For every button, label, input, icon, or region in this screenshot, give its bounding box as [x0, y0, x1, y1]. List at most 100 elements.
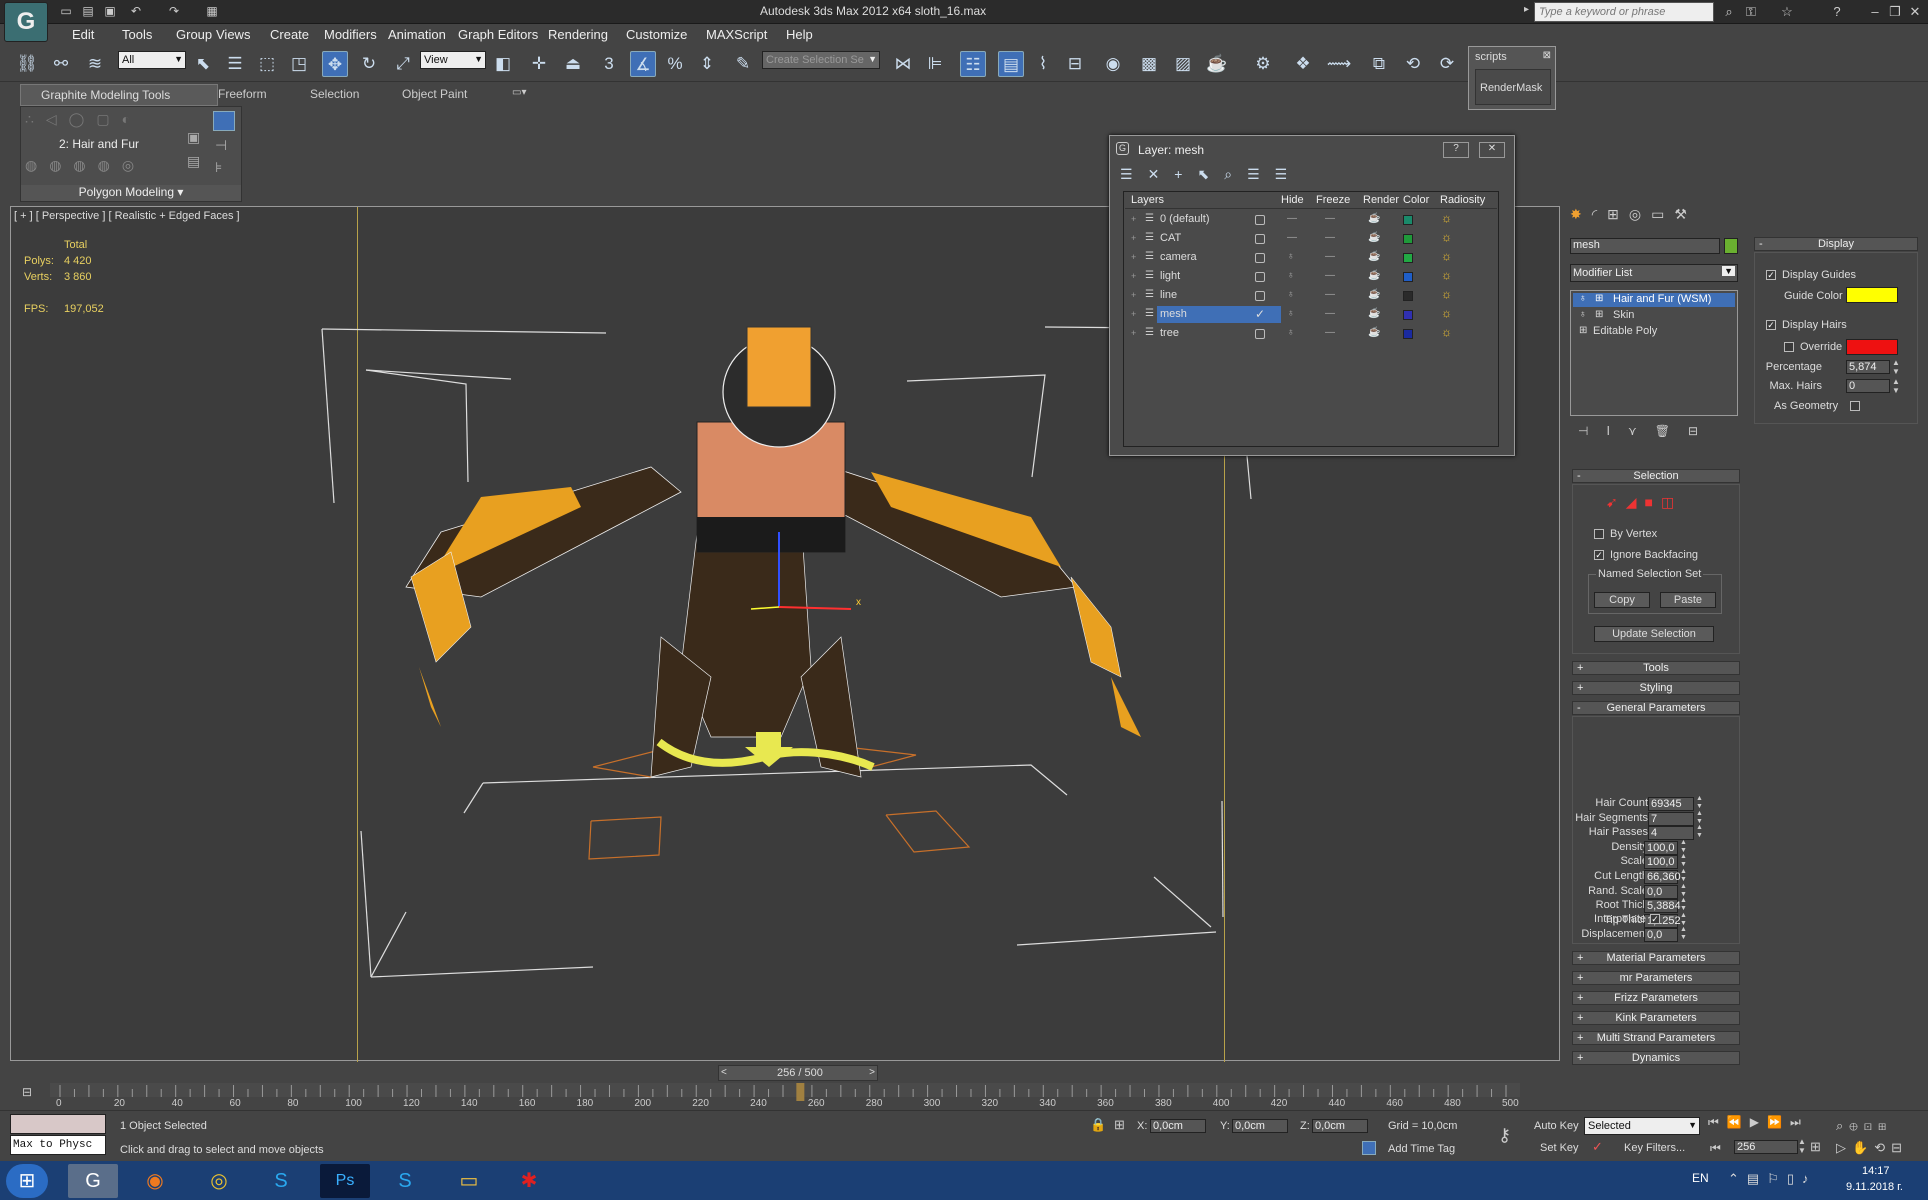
- tool-c-icon[interactable]: ⟿: [1326, 51, 1352, 77]
- layer-color-swatch[interactable]: [1403, 253, 1413, 263]
- spinner-icon[interactable]: ▲ ▼: [1696, 824, 1703, 840]
- col-hide[interactable]: Hide: [1281, 194, 1304, 206]
- lightbulb-icon[interactable]: ♁: [1579, 309, 1587, 320]
- param-input[interactable]: 100,0: [1644, 855, 1678, 870]
- teapot-icon[interactable]: ☕: [1368, 327, 1380, 338]
- spinner-icon[interactable]: ▲ ▼: [1680, 853, 1687, 869]
- subobject-level-icons[interactable]: ∴◁◯▢◐: [25, 111, 175, 131]
- radiosity-icon[interactable]: ☼: [1441, 268, 1452, 282]
- freeze-toggle-icon[interactable]: —: [1325, 270, 1335, 281]
- copy-button[interactable]: Copy: [1594, 592, 1650, 608]
- key-mode-dropdown[interactable]: Selected ▼: [1584, 1117, 1700, 1135]
- mirror-icon[interactable]: ⋈: [890, 51, 916, 77]
- chrome-task-icon[interactable]: ◎: [194, 1164, 244, 1198]
- teapot-icon[interactable]: ☕: [1368, 251, 1380, 262]
- reference-coordinate-dropdown[interactable]: View ▼: [420, 51, 486, 69]
- selection-mode-icons[interactable]: ➹◢■◫: [1606, 494, 1726, 510]
- freeze-toggle-icon[interactable]: —: [1325, 213, 1335, 224]
- layer-row[interactable]: + ☰ line ♁ — ☕ ☼: [1125, 287, 1497, 306]
- tool-f-icon[interactable]: ⟳: [1434, 51, 1460, 77]
- pivot-center-icon[interactable]: ◧: [490, 51, 516, 77]
- menu-tools[interactable]: Tools: [122, 27, 152, 42]
- menu-animation[interactable]: Animation: [388, 27, 446, 42]
- create-tab-icon[interactable]: ✸: [1570, 206, 1592, 222]
- layer-color-swatch[interactable]: [1403, 329, 1413, 339]
- current-frame-input[interactable]: 256: [1734, 1140, 1798, 1154]
- save-file-icon[interactable]: ▣: [102, 3, 118, 19]
- rect-selection-icon[interactable]: ⬚: [254, 51, 280, 77]
- menu-customize[interactable]: Customize: [626, 27, 687, 42]
- add-to-layer-icon[interactable]: +: [1174, 166, 1197, 182]
- viewport-nav-controls[interactable]: ⌕⊕⊡⊞ ▷✋⟲⊟: [1836, 1115, 1928, 1159]
- snaps-toggle-icon[interactable]: 3: [596, 51, 622, 77]
- param-input[interactable]: 4: [1648, 826, 1694, 841]
- skype-task-icon[interactable]: S: [380, 1164, 430, 1198]
- absolute-mode-icon[interactable]: ⊞: [1114, 1117, 1125, 1133]
- layer-row[interactable]: + ☰ light ♁ — ☕ ☼: [1125, 268, 1497, 287]
- key-mode-toggle-icon[interactable]: ⏮: [1710, 1141, 1721, 1156]
- expand-icon[interactable]: +: [1131, 233, 1136, 243]
- close-icon[interactable]: ✕: [1479, 142, 1505, 158]
- redo-icon[interactable]: ↷: [166, 3, 182, 19]
- teapot-icon[interactable]: ☕: [1368, 289, 1380, 300]
- tool-b-icon[interactable]: ❖: [1290, 51, 1316, 77]
- expand-icon[interactable]: +: [1131, 252, 1136, 262]
- configure-sets-icon[interactable]: ⊟: [1688, 424, 1716, 438]
- current-layer-toggle[interactable]: [1255, 234, 1265, 244]
- 3dsmax-task-icon[interactable]: G: [68, 1164, 118, 1198]
- maximize-viewport-icon[interactable]: ⊟: [1891, 1140, 1908, 1155]
- time-slider[interactable]: < 256 / 500 >: [718, 1065, 878, 1081]
- current-layer-toggle[interactable]: [1255, 272, 1265, 282]
- spinner-icon[interactable]: ▲ ▼: [1798, 1137, 1806, 1155]
- object-color-swatch[interactable]: [1724, 238, 1738, 254]
- key-curve-icon[interactable]: ✓: [1592, 1139, 1603, 1155]
- help-icon[interactable]: ?: [1443, 142, 1469, 158]
- guide-color-swatch[interactable]: [1846, 287, 1898, 303]
- highlight-layer-icon[interactable]: ⌕: [1224, 166, 1247, 182]
- teapot-icon[interactable]: ☕: [1368, 232, 1380, 243]
- rollup-material-parameters[interactable]: + Material Parameters: [1572, 951, 1740, 965]
- lightbulb-icon[interactable]: ♁: [1287, 289, 1295, 300]
- viewport-label[interactable]: [ + ] [ Perspective ] [ Realistic + Edge…: [14, 210, 240, 222]
- expand-icon[interactable]: +: [1131, 309, 1136, 319]
- as-geometry-checkbox[interactable]: [1850, 401, 1860, 411]
- rollup-display[interactable]: - Display: [1754, 237, 1918, 251]
- render-production-icon[interactable]: ☕: [1204, 51, 1230, 77]
- select-scale-icon[interactable]: ⤢: [390, 51, 416, 77]
- layer-row[interactable]: + ☰ 0 (default) — — ☕ ☼: [1125, 211, 1497, 230]
- menu-maxscript[interactable]: MAXScript: [706, 27, 767, 42]
- menu-views[interactable]: Views: [216, 27, 250, 42]
- unlink-icon[interactable]: ⚯: [48, 51, 74, 77]
- delete-layer-icon[interactable]: ✕: [1148, 166, 1175, 182]
- menu-edit[interactable]: Edit: [72, 27, 94, 42]
- col-radiosity[interactable]: Radiosity: [1440, 194, 1485, 206]
- max-hairs-input[interactable]: 0: [1846, 379, 1890, 393]
- menu-graph-editors[interactable]: Graph Editors: [458, 27, 538, 42]
- rendered-frame-icon[interactable]: ▨: [1170, 51, 1196, 77]
- percentage-input[interactable]: 5,874: [1846, 360, 1890, 374]
- x-coordinate-input[interactable]: 0,0cm: [1150, 1119, 1206, 1133]
- freeze-all-icon[interactable]: ☰: [1275, 166, 1303, 182]
- teapot-icon[interactable]: ☕: [1368, 270, 1380, 281]
- display-hairs-checkbox[interactable]: ✓: [1766, 320, 1776, 330]
- remove-modifier-icon[interactable]: 🗑: [1655, 424, 1688, 438]
- selection-filter-dropdown[interactable]: All ▼: [118, 51, 186, 69]
- angle-snap-icon[interactable]: ∡: [630, 51, 656, 77]
- interpolate-checkbox[interactable]: ✓: [1650, 914, 1660, 924]
- spinner-icon[interactable]: ▲ ▼: [1680, 912, 1687, 928]
- ribbon-options-icon[interactable]: ▭▾: [512, 87, 526, 98]
- layer-color-swatch[interactable]: [1403, 310, 1413, 320]
- new-layer-icon[interactable]: ☰: [1120, 166, 1148, 182]
- col-layers[interactable]: Layers: [1131, 194, 1164, 206]
- spinner-icon[interactable]: ▲ ▼: [1892, 358, 1900, 376]
- override-color-swatch[interactable]: [1846, 339, 1898, 355]
- align-icon[interactable]: ⊫: [922, 51, 948, 77]
- radiosity-icon[interactable]: ☼: [1441, 230, 1452, 244]
- col-render[interactable]: Render: [1363, 194, 1399, 206]
- spinner-snap-icon[interactable]: ⇕: [694, 51, 720, 77]
- window-crossing-icon[interactable]: ◳: [286, 51, 312, 77]
- close-icon[interactable]: ✕: [1906, 3, 1924, 21]
- spinner-icon[interactable]: ▲ ▼: [1892, 377, 1900, 395]
- skype-task-icon[interactable]: S: [256, 1164, 306, 1198]
- app-task-icon[interactable]: ✱: [504, 1164, 554, 1198]
